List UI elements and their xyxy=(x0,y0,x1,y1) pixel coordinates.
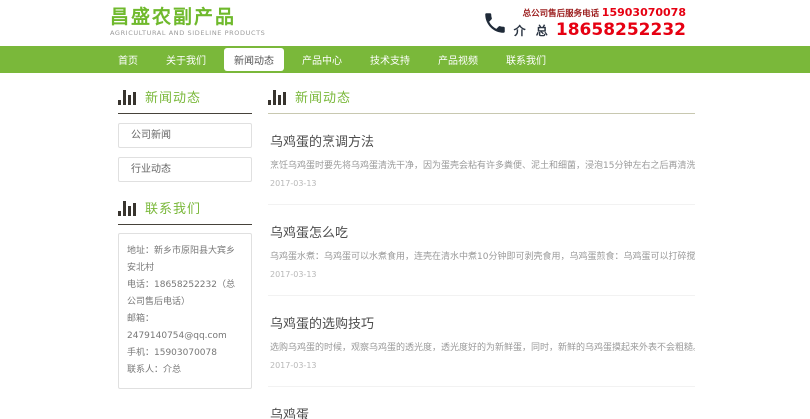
news-item: 乌鸡蛋 乌鸡蛋，顾名思义也就是乌鸡所下的蛋。乌鸡蛋是一种药膳保健佳品，含有的有机… xyxy=(268,387,695,419)
bar-chart-icon xyxy=(118,89,138,105)
contact-phone-number: 18658252232 xyxy=(556,20,686,40)
nav-item-support[interactable]: 技术支持 xyxy=(360,48,420,71)
contact-address: 地址：新乡市原阳县大宾乡安北村 xyxy=(127,243,243,277)
nav-item-contact[interactable]: 联系我们 xyxy=(496,48,556,71)
site-logo[interactable]: 昌盛农副产品 AGRICULTURAL AND SIDELINE PRODUCT… xyxy=(110,7,265,37)
news-item: 乌鸡蛋的选购技巧 选购乌鸡蛋的时候，观察乌鸡蛋的透光度，透光度好的为新鲜蛋，同时… xyxy=(268,296,695,387)
news-item-title[interactable]: 乌鸡蛋的选购技巧 xyxy=(270,313,695,332)
contact-email: 邮箱：2479140754@qq.com xyxy=(127,311,243,345)
sidebar: 新闻动态 公司新闻 行业动态 联系我们 地址：新乡市原阳县大宾乡安北村 电话：1… xyxy=(108,87,252,419)
sidebar-contact-box: 地址：新乡市原阳县大宾乡安北村 电话：18658252232（总公司售后电话） … xyxy=(118,233,252,389)
site-logo-title: 昌盛农副产品 xyxy=(110,7,265,27)
contact-person-name: 介 总 xyxy=(514,24,551,38)
bar-chart-icon xyxy=(118,200,138,216)
site-logo-subtitle: AGRICULTURAL AND SIDELINE PRODUCTS xyxy=(110,29,265,37)
sidebar-news-title: 新闻动态 xyxy=(145,87,201,106)
main-news-title: 新闻动态 xyxy=(295,87,351,106)
bar-chart-icon xyxy=(268,89,288,105)
news-item-summary: 烹饪乌鸡蛋时要先将乌鸡蛋清洗干净，因为蛋壳会粘有许多粪便、泥土和细菌，浸泡15分… xyxy=(270,160,695,172)
news-item: 乌鸡蛋的烹调方法 烹饪乌鸡蛋时要先将乌鸡蛋清洗干净，因为蛋壳会粘有许多粪便、泥土… xyxy=(268,114,695,205)
header-contact-lines: 总公司售后服务电话 15903070078 介 总 18658252232 xyxy=(514,6,686,40)
main-nav: 首页 关于我们 新闻动态 产品中心 技术支持 产品视频 联系我们 xyxy=(0,46,810,73)
service-phone-label: 总公司售后服务电话 xyxy=(523,9,600,19)
nav-item-news[interactable]: 新闻动态 xyxy=(224,48,284,71)
nav-item-home[interactable]: 首页 xyxy=(108,48,148,71)
nav-item-products[interactable]: 产品中心 xyxy=(292,48,352,71)
sidebar-item-company-news[interactable]: 公司新闻 xyxy=(118,123,252,148)
contact-telephone: 电话：18658252232（总公司售后电话） xyxy=(127,277,243,311)
news-item-title[interactable]: 乌鸡蛋的烹调方法 xyxy=(270,131,695,150)
sidebar-news-heading: 新闻动态 xyxy=(118,87,252,113)
header-contact: 总公司售后服务电话 15903070078 介 总 18658252232 xyxy=(482,6,686,40)
service-phone-number: 15903070078 xyxy=(602,6,686,19)
sidebar-divider xyxy=(118,113,252,114)
news-item-summary: 选购乌鸡蛋的时候，观察乌鸡蛋的透光度，透光度好的为新鲜蛋，同时，新鲜的乌鸡蛋摸起… xyxy=(270,342,695,354)
news-item: 乌鸡蛋怎么吃 乌鸡蛋水煮：乌鸡蛋可以水煮食用，连壳在清水中煮10分钟即可剥壳食用… xyxy=(268,205,695,296)
page-header: 昌盛农副产品 AGRICULTURAL AND SIDELINE PRODUCT… xyxy=(0,0,810,46)
sidebar-divider xyxy=(118,224,252,225)
contact-person: 联系人：介总 xyxy=(127,362,243,379)
news-item-date: 2017-03-13 xyxy=(270,270,695,279)
nav-item-videos[interactable]: 产品视频 xyxy=(428,48,488,71)
news-item-summary: 乌鸡蛋水煮：乌鸡蛋可以水煮食用，连壳在清水中煮10分钟即可剥壳食用，乌鸡蛋煎食：… xyxy=(270,251,695,263)
contact-mobile: 手机：15903070078 xyxy=(127,345,243,362)
news-item-date: 2017-03-13 xyxy=(270,179,695,188)
news-item-title[interactable]: 乌鸡蛋怎么吃 xyxy=(270,222,695,241)
sidebar-item-industry-news[interactable]: 行业动态 xyxy=(118,157,252,182)
main-news-heading: 新闻动态 xyxy=(268,87,695,113)
phone-icon xyxy=(482,10,508,36)
content-area: 新闻动态 公司新闻 行业动态 联系我们 地址：新乡市原阳县大宾乡安北村 电话：1… xyxy=(108,73,686,419)
news-item-title[interactable]: 乌鸡蛋 xyxy=(270,404,695,419)
sidebar-contact-heading: 联系我们 xyxy=(118,198,252,224)
nav-item-about[interactable]: 关于我们 xyxy=(156,48,216,71)
sidebar-contact-title: 联系我们 xyxy=(145,198,201,217)
news-item-date: 2017-03-13 xyxy=(270,361,695,370)
news-list: 新闻动态 乌鸡蛋的烹调方法 烹饪乌鸡蛋时要先将乌鸡蛋清洗干净，因为蛋壳会粘有许多… xyxy=(268,87,695,419)
